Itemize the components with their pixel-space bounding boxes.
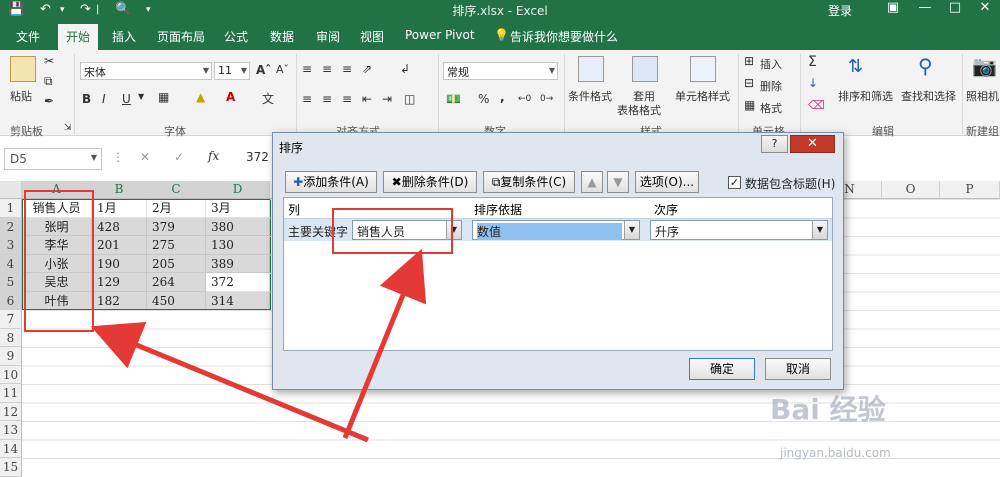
arrow-to-sort-key (342, 248, 427, 439)
watermark-url: jingyan.baidu.com (780, 446, 891, 460)
arrow-to-column-a (90, 322, 369, 443)
watermark-logo: Bai 经验 (770, 393, 886, 426)
